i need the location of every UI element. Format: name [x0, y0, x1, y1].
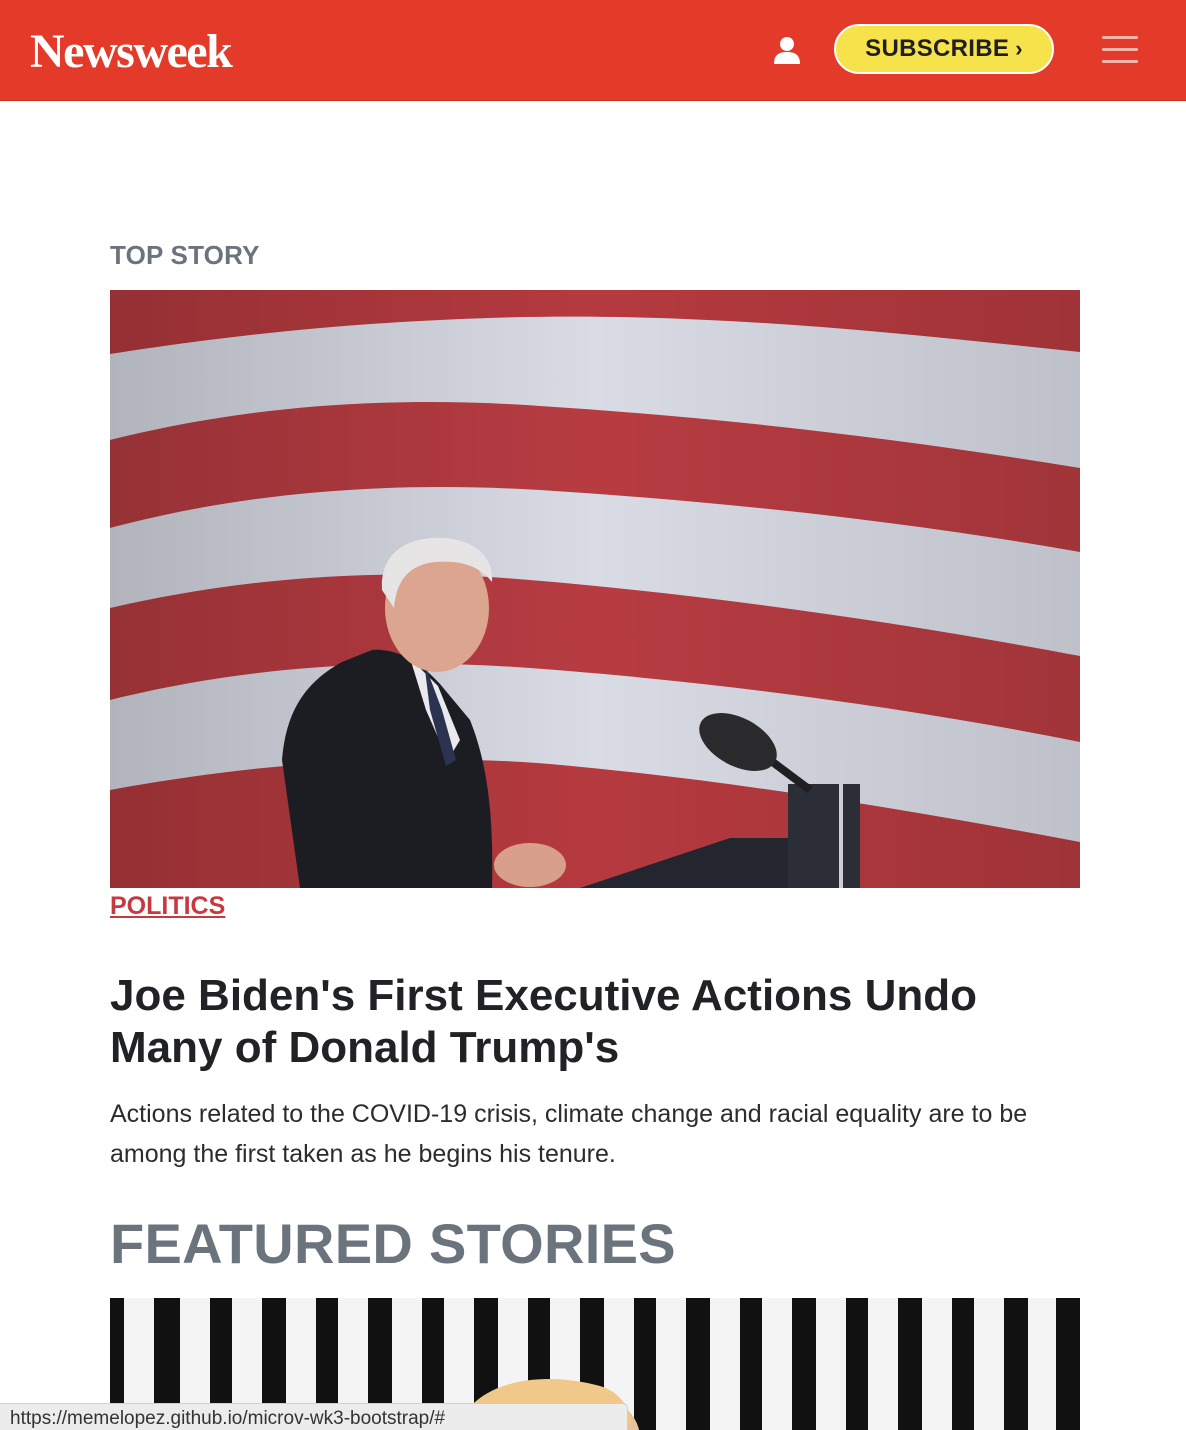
flag-speaker-photo: [110, 290, 1080, 888]
chevron-right-icon: ›: [1015, 36, 1023, 61]
top-story-summary: Actions related to the COVID-19 crisis, …: [110, 1100, 1028, 1168]
hamburger-menu-icon[interactable]: [1100, 34, 1140, 66]
top-story-headline[interactable]: Joe Biden's First Executive Actions Undo…: [110, 970, 1090, 1074]
user-icon[interactable]: [770, 33, 804, 67]
top-story-label: TOP STORY: [110, 240, 260, 270]
top-story-image[interactable]: [110, 290, 1080, 888]
newsweek-logo[interactable]: Newsweek: [30, 24, 233, 80]
featured-stories-heading: FEATURED STORIES: [110, 1212, 676, 1275]
subscribe-button[interactable]: SUBSCRIBE ›: [834, 24, 1054, 74]
category-link-politics[interactable]: POLITICS: [110, 892, 225, 921]
browser-status-url: https://memelopez.github.io/microv-wk3-b…: [0, 1403, 628, 1430]
subscribe-label: SUBSCRIBE: [865, 35, 1010, 62]
site-header: Newsweek SUBSCRIBE ›: [0, 0, 1186, 101]
